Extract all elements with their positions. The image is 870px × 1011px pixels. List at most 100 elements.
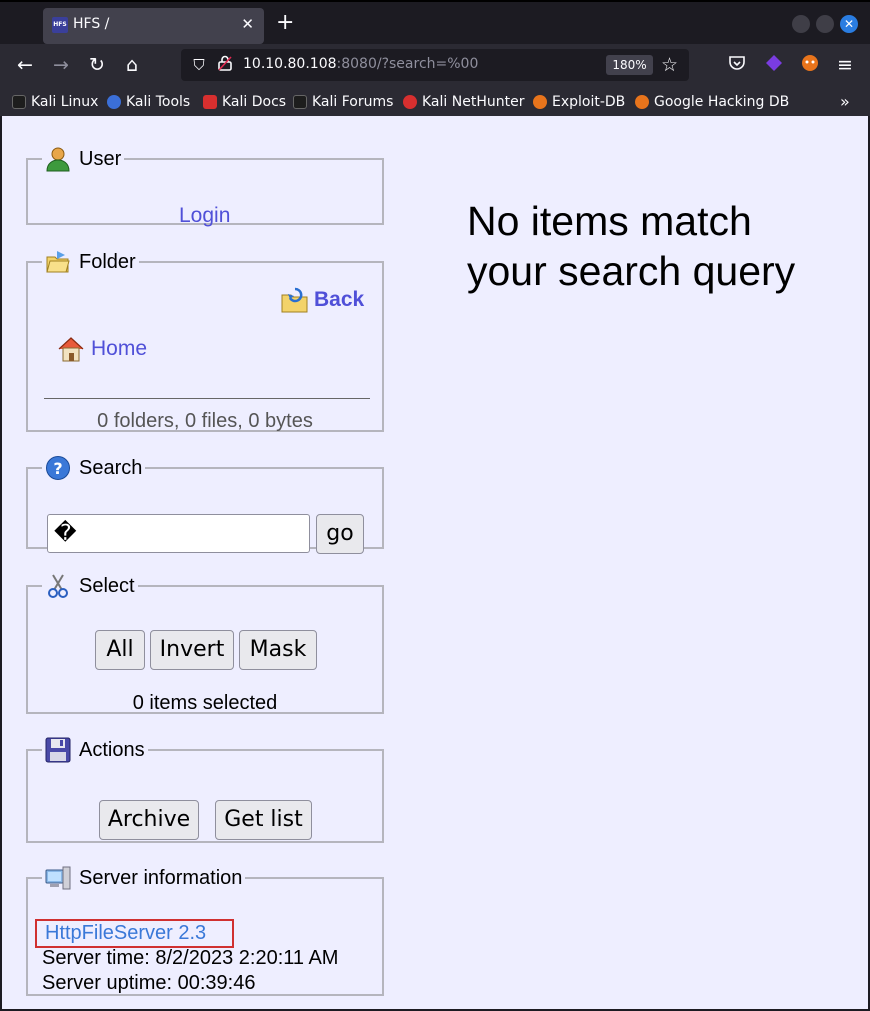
select-panel-title: Select: [79, 574, 135, 597]
bookmark-kali-nethunter[interactable]: Kali NetHunter: [403, 92, 524, 112]
bookmark-kali-forums[interactable]: Kali Forums: [293, 92, 393, 112]
fox-glyph: [802, 55, 818, 71]
folder-panel: Folder Back Home 0 folders, 0 files, 0 b…: [26, 247, 384, 432]
folder-divider: [44, 398, 370, 399]
server-time: Server time: 8/2/2023 2:20:11 AM: [42, 947, 339, 969]
url-path: :8080/?search=%00: [336, 56, 479, 72]
bookmark-exploit-db[interactable]: Exploit-DB: [533, 92, 625, 112]
lock-glyph: [218, 55, 232, 71]
bookmark-star-icon[interactable]: ☆: [661, 53, 678, 77]
bookmark-kali-tools[interactable]: Kali Tools: [107, 92, 190, 112]
bookmark-label: Kali NetHunter: [422, 94, 525, 110]
bookmark-label: Google Hacking DB: [654, 94, 790, 110]
extension-purple-icon[interactable]: [763, 54, 785, 76]
actions-panel: Actions Archive Get list: [26, 735, 384, 843]
nethunter-icon: [403, 95, 417, 109]
no-items-message: No items match your search query: [467, 198, 796, 294]
hfs-version-link[interactable]: HttpFileServer 2.3: [45, 922, 206, 945]
scissors-icon: [48, 574, 68, 598]
bookmark-label: Kali Linux: [31, 94, 99, 110]
tab-close-icon[interactable]: ✕: [241, 16, 254, 32]
search-panel-title: Search: [79, 456, 143, 479]
back-arrow-icon[interactable]: ←: [14, 54, 36, 76]
bookmark-kali-docs[interactable]: Kali Docs: [203, 92, 286, 112]
folder-panel-legend: Folder: [42, 247, 139, 277]
hfs-favicon-icon: HFS: [52, 17, 68, 33]
help-question-icon: ?: [46, 456, 70, 480]
back-folder-icon: [281, 287, 308, 313]
kali-forums-icon: [293, 95, 307, 109]
house-icon: [58, 337, 84, 362]
url-text: 10.10.80.108:8080/?search=%00: [243, 56, 478, 72]
actions-panel-title: Actions: [79, 738, 145, 761]
selected-count: 0 items selected: [132, 692, 278, 714]
search-go-button[interactable]: go: [316, 514, 364, 554]
user-panel: User Login: [26, 144, 384, 228]
user-panel-title: User: [79, 147, 122, 170]
open-folder-icon: [46, 251, 70, 273]
select-panel-legend: Select: [42, 571, 138, 601]
new-tab-plus-icon[interactable]: +: [276, 11, 294, 35]
address-bar[interactable]: ⛉ 10.10.80.108:8080/?search=%00 180% ☆: [181, 49, 689, 81]
home-link-label: Home: [91, 337, 148, 360]
bookmark-label: Kali Forums: [312, 94, 394, 110]
floppy-disk-icon: [45, 737, 71, 763]
window-minimize-button[interactable]: [792, 15, 810, 33]
window-close-button[interactable]: ✕: [840, 15, 858, 33]
exploit-db-icon: [533, 95, 547, 109]
hamburger-menu-icon[interactable]: ≡: [834, 54, 856, 76]
folder-summary: 0 folders, 0 files, 0 bytes: [97, 410, 313, 432]
archive-button[interactable]: Archive: [99, 800, 199, 840]
navigation-toolbar: ← → ↻ ⌂ ⛉ 10.10.80.108:8080/?search=%00 …: [0, 44, 870, 88]
search-panel: ? Search � go: [26, 453, 384, 554]
forward-arrow-icon[interactable]: →: [50, 54, 72, 76]
server-uptime: Server uptime: 00:39:46: [42, 972, 256, 994]
url-host: 10.10.80.108: [243, 56, 337, 72]
bookmark-label: Exploit-DB: [552, 94, 626, 110]
hfs-page: User Login Folder Back Home 0 folders, 0…: [2, 116, 868, 1009]
kali-docs-icon: [203, 95, 217, 109]
bookmark-label: Kali Tools: [126, 94, 191, 110]
server-info-panel: Server information HttpFileServer 2.3 Se…: [26, 863, 384, 996]
computer-server-icon: [45, 866, 71, 890]
back-link-label: Back: [314, 288, 365, 311]
ghdb-icon: [635, 95, 649, 109]
browser-tab[interactable]: HFS HFS / ✕: [43, 8, 264, 44]
pocket-glyph: [729, 56, 745, 70]
zoom-level-badge[interactable]: 180%: [606, 55, 653, 75]
back-link[interactable]: Back: [280, 285, 364, 315]
purple-gem-glyph: [766, 55, 782, 71]
kali-tools-icon: [107, 95, 121, 109]
home-link[interactable]: Home: [56, 334, 147, 364]
reload-icon[interactable]: ↻: [86, 54, 108, 76]
server-info-panel-legend: Server information: [42, 863, 245, 893]
select-invert-button[interactable]: Invert: [150, 630, 234, 670]
bookmark-label: Kali Docs: [222, 94, 287, 110]
insecure-lock-icon[interactable]: [215, 55, 235, 75]
user-panel-legend: User: [42, 144, 124, 174]
search-input[interactable]: �: [47, 514, 310, 553]
bookmarks-overflow-chevron-icon[interactable]: »: [840, 92, 850, 112]
actions-panel-legend: Actions: [42, 735, 148, 765]
get-list-button[interactable]: Get list: [215, 800, 312, 840]
bookmark-google-hacking-db[interactable]: Google Hacking DB: [635, 92, 789, 112]
pocket-icon[interactable]: [726, 54, 748, 76]
tab-strip: HFS HFS / ✕ + ✕: [0, 0, 870, 44]
tab-title: HFS /: [73, 16, 110, 32]
bookmark-kali-linux[interactable]: Kali Linux: [12, 92, 98, 112]
extension-fox-icon[interactable]: [799, 54, 821, 76]
select-mask-button[interactable]: Mask: [239, 630, 317, 670]
tracking-shield-icon[interactable]: ⛉: [189, 55, 209, 75]
home-icon[interactable]: ⌂: [121, 54, 143, 76]
svg-text:?: ?: [53, 459, 62, 478]
folder-panel-title: Folder: [79, 250, 136, 273]
select-all-button[interactable]: All: [95, 630, 145, 670]
search-panel-legend: ? Search: [42, 453, 145, 483]
bookmarks-toolbar: Kali Linux Kali Tools Kali Docs Kali For…: [0, 88, 870, 116]
kali-dragon-icon: [12, 95, 26, 109]
login-link[interactable]: Login: [179, 204, 230, 228]
server-info-panel-title: Server information: [79, 866, 243, 889]
window-maximize-button[interactable]: [816, 15, 834, 33]
user-icon: [46, 147, 70, 172]
select-panel: Select All Invert Mask 0 items selected: [26, 571, 384, 714]
